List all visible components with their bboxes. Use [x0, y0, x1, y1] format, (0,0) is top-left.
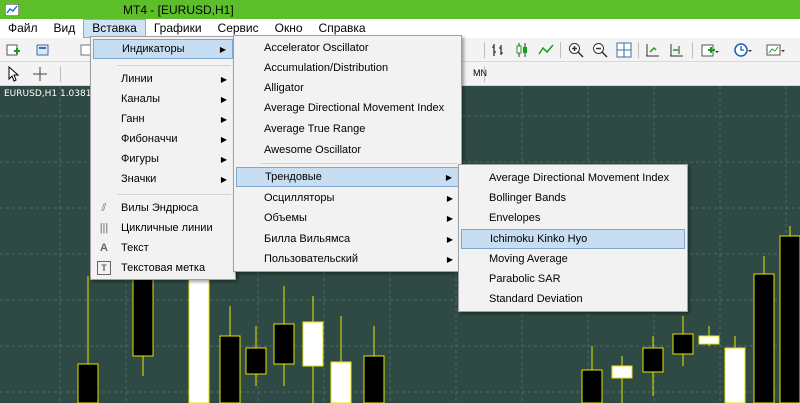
insert-menu-cycle-lines[interactable]: ||| Цикличные линии	[93, 218, 233, 238]
timeframe-mn-button[interactable]: MN	[473, 68, 487, 78]
indicators-menu-bill-williams[interactable]: Билла Вильямса ▶	[236, 229, 459, 249]
new-chart-icon[interactable]	[3, 41, 23, 59]
submenu-arrow-icon: ▶	[220, 174, 227, 184]
candle-body	[779, 235, 800, 403]
cursor-icon[interactable]	[3, 65, 23, 83]
submenu-arrow-icon: ▶	[220, 94, 227, 104]
indicators-menu: Accelerator Oscillator Accumulation/Dist…	[233, 35, 462, 272]
insert-menu-text-label[interactable]: T Текстовая метка	[93, 258, 233, 278]
candle-body	[611, 365, 633, 379]
menu-file[interactable]: Файл	[0, 19, 46, 38]
candle-body	[724, 347, 746, 403]
text-label-icon: T	[97, 261, 111, 275]
periods-icon[interactable]	[733, 41, 753, 59]
indicator-atr[interactable]: Average True Range	[236, 119, 459, 139]
insert-menu-andrews-pitchfork[interactable]: ⫽ Вилы Эндрюса	[93, 198, 233, 218]
indicators-menu-custom[interactable]: Пользовательский ▶	[236, 249, 459, 269]
trend-moving-average[interactable]: Moving Average	[461, 249, 685, 269]
chart-symbol-label: EURUSD,H1 1.03819	[4, 89, 98, 99]
profiles-icon[interactable]	[33, 41, 53, 59]
title-bar: MT4 - [EURUSD,H1]	[0, 0, 800, 19]
candle-body	[330, 361, 352, 403]
insert-menu-gann[interactable]: Ганн ▶	[93, 109, 233, 129]
insert-menu-fibonacci[interactable]: Фибоначчи ▶	[93, 129, 233, 149]
candle-body	[219, 335, 241, 403]
candle-body	[363, 355, 385, 403]
zoom-out-icon[interactable]	[590, 41, 610, 59]
line-chart-icon[interactable]	[536, 41, 556, 59]
crosshair-icon[interactable]	[30, 65, 50, 83]
trend-envelopes[interactable]: Envelopes	[461, 208, 685, 228]
candles-icon[interactable]	[512, 41, 532, 59]
text-icon: A	[100, 242, 108, 254]
insert-menu-arrows[interactable]: Значки ▶	[93, 169, 233, 189]
app-icon	[5, 3, 19, 16]
templates-icon[interactable]	[766, 41, 786, 59]
candle-body	[188, 275, 210, 403]
window-title: MT4 - [EURUSD,H1]	[123, 2, 234, 17]
cycle-lines-icon: |||	[99, 222, 109, 234]
candle-body	[581, 369, 603, 403]
insert-menu-indicators[interactable]: Индикаторы ▶	[93, 39, 233, 59]
trend-adx[interactable]: Average Directional Movement Index	[461, 168, 685, 188]
indicators-menu-volumes[interactable]: Объемы ▶	[236, 208, 459, 228]
indicators-list-icon[interactable]	[700, 41, 720, 59]
submenu-arrow-icon: ▶	[219, 44, 226, 54]
candle-body	[642, 347, 664, 373]
zoom-in-icon[interactable]	[566, 41, 586, 59]
bar-chart-icon[interactable]	[488, 41, 508, 59]
candle-body	[245, 347, 267, 375]
candle-body	[753, 273, 775, 403]
indicator-awesome-oscillator[interactable]: Awesome Oscillator	[236, 140, 459, 160]
candle-body	[273, 323, 295, 365]
menu-view[interactable]: Вид	[46, 19, 84, 38]
trend-parabolic-sar[interactable]: Parabolic SAR	[461, 269, 685, 289]
indicator-accumulation-distribution[interactable]: Accumulation/Distribution	[236, 58, 459, 78]
candle-body	[698, 335, 720, 345]
pitchfork-icon: ⫽	[101, 201, 107, 214]
trend-bollinger-bands[interactable]: Bollinger Bands	[461, 188, 685, 208]
candle-body	[302, 321, 324, 367]
indicators-menu-trend[interactable]: Трендовые ▶	[236, 167, 459, 187]
tile-windows-icon[interactable]	[614, 41, 634, 59]
submenu-arrow-icon: ▶	[445, 172, 452, 182]
trend-ichimoku-kinko-hyo[interactable]: Ichimoku Kinko Hyo	[461, 229, 685, 249]
submenu-arrow-icon: ▶	[446, 213, 453, 223]
chart-shift-icon[interactable]	[666, 41, 686, 59]
candle-body	[672, 333, 694, 355]
trend-standard-deviation[interactable]: Standard Deviation	[461, 289, 685, 309]
indicator-alligator[interactable]: Alligator	[236, 78, 459, 98]
submenu-arrow-icon: ▶	[446, 254, 453, 264]
submenu-arrow-icon: ▶	[446, 234, 453, 244]
submenu-arrow-icon: ▶	[220, 74, 227, 84]
submenu-arrow-icon: ▶	[446, 193, 453, 203]
submenu-arrow-icon: ▶	[220, 114, 227, 124]
indicator-accelerator-oscillator[interactable]: Accelerator Oscillator	[236, 38, 459, 58]
insert-menu-lines[interactable]: Линии ▶	[93, 69, 233, 89]
insert-menu-shapes[interactable]: Фигуры ▶	[93, 149, 233, 169]
insert-menu: Индикаторы ▶ Линии ▶ Каналы ▶ Ганн ▶ Фибонач…	[90, 36, 236, 280]
insert-menu-channels[interactable]: Каналы ▶	[93, 89, 233, 109]
candle-body	[132, 275, 154, 357]
insert-menu-text[interactable]: A Текст	[93, 238, 233, 258]
trend-indicators-menu: Average Directional Movement Index Bolli…	[458, 164, 688, 312]
submenu-arrow-icon: ▶	[220, 154, 227, 164]
indicator-adx[interactable]: Average Directional Movement Index	[236, 98, 459, 118]
candle-body	[77, 363, 99, 403]
auto-scroll-icon[interactable]	[642, 41, 662, 59]
submenu-arrow-icon: ▶	[220, 134, 227, 144]
indicators-menu-oscillators[interactable]: Осцилляторы ▶	[236, 188, 459, 208]
